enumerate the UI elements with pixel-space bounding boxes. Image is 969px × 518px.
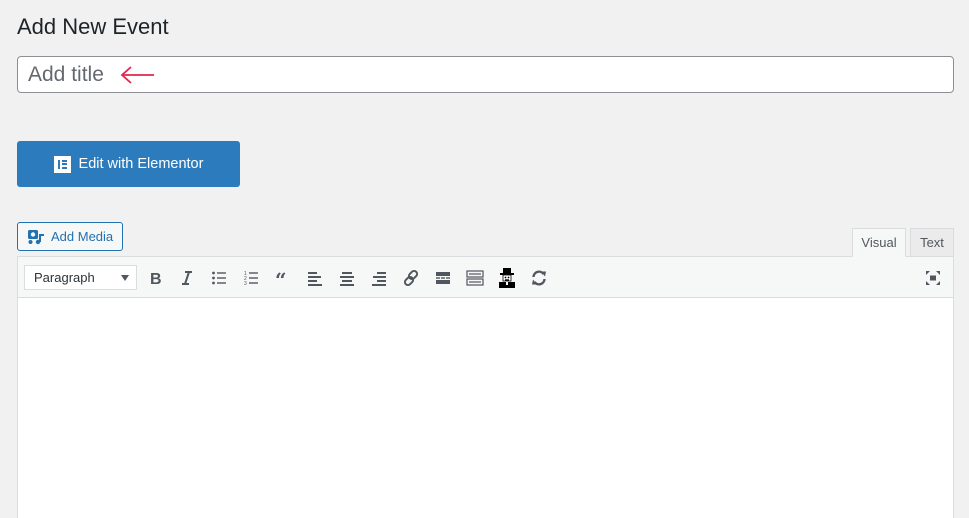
- refresh-button[interactable]: [527, 266, 551, 290]
- refresh-icon: [532, 270, 546, 286]
- toolbar-toggle-button[interactable]: [463, 266, 487, 290]
- svg-text:“: “: [275, 270, 287, 286]
- editor-content-area[interactable]: [18, 298, 953, 518]
- align-center-button[interactable]: [335, 266, 359, 290]
- plugin-character-button[interactable]: [495, 266, 519, 290]
- bulleted-list-icon: [212, 271, 226, 285]
- format-select-value: Paragraph: [34, 270, 95, 285]
- bold-icon: B: [150, 271, 162, 286]
- align-right-button[interactable]: [367, 266, 391, 290]
- svg-text:B: B: [150, 271, 162, 286]
- blockquote-icon: “: [275, 270, 287, 286]
- blockquote-button[interactable]: “: [271, 266, 295, 290]
- align-left-button[interactable]: [303, 266, 327, 290]
- edit-with-elementor-label: Edit with Elementor: [78, 156, 204, 172]
- fullscreen-icon: [926, 271, 940, 285]
- bold-button[interactable]: B: [143, 266, 167, 290]
- title-field-wrapper: [17, 56, 954, 93]
- tab-visual[interactable]: Visual: [852, 228, 906, 257]
- svg-text:3: 3: [244, 281, 247, 286]
- bulleted-list-button[interactable]: [207, 266, 231, 290]
- chevron-down-icon: [121, 275, 129, 281]
- numbered-list-icon: 1 2 3: [244, 271, 258, 286]
- hat-man-icon: [499, 268, 515, 288]
- italic-button[interactable]: [175, 266, 199, 290]
- title-input[interactable]: [18, 57, 953, 92]
- read-more-icon: [436, 272, 450, 284]
- page-title: Add New Event: [17, 14, 169, 39]
- editor-toolbar: Paragraph B 1 2 3 “: [18, 257, 953, 298]
- editor-container: Paragraph B 1 2 3 “: [17, 256, 954, 518]
- format-select[interactable]: Paragraph: [24, 265, 137, 290]
- tab-text[interactable]: Text: [910, 228, 954, 257]
- numbered-list-button[interactable]: 1 2 3: [239, 266, 263, 290]
- add-media-button[interactable]: Add Media: [17, 222, 123, 251]
- add-media-label: Add Media: [51, 229, 114, 244]
- fullscreen-button[interactable]: [921, 266, 945, 290]
- read-more-button[interactable]: [431, 266, 455, 290]
- elementor-icon: [53, 155, 71, 173]
- media-icon: [28, 229, 44, 244]
- insert-link-button[interactable]: [399, 266, 423, 290]
- italic-icon: [182, 271, 192, 285]
- link-icon: [403, 269, 419, 287]
- align-left-icon: [308, 272, 322, 286]
- arrow-left-icon: [120, 66, 154, 84]
- align-center-icon: [340, 272, 354, 286]
- keyboard-icon: [466, 270, 484, 286]
- edit-with-elementor-button[interactable]: Edit with Elementor: [17, 141, 240, 187]
- align-right-icon: [372, 272, 386, 286]
